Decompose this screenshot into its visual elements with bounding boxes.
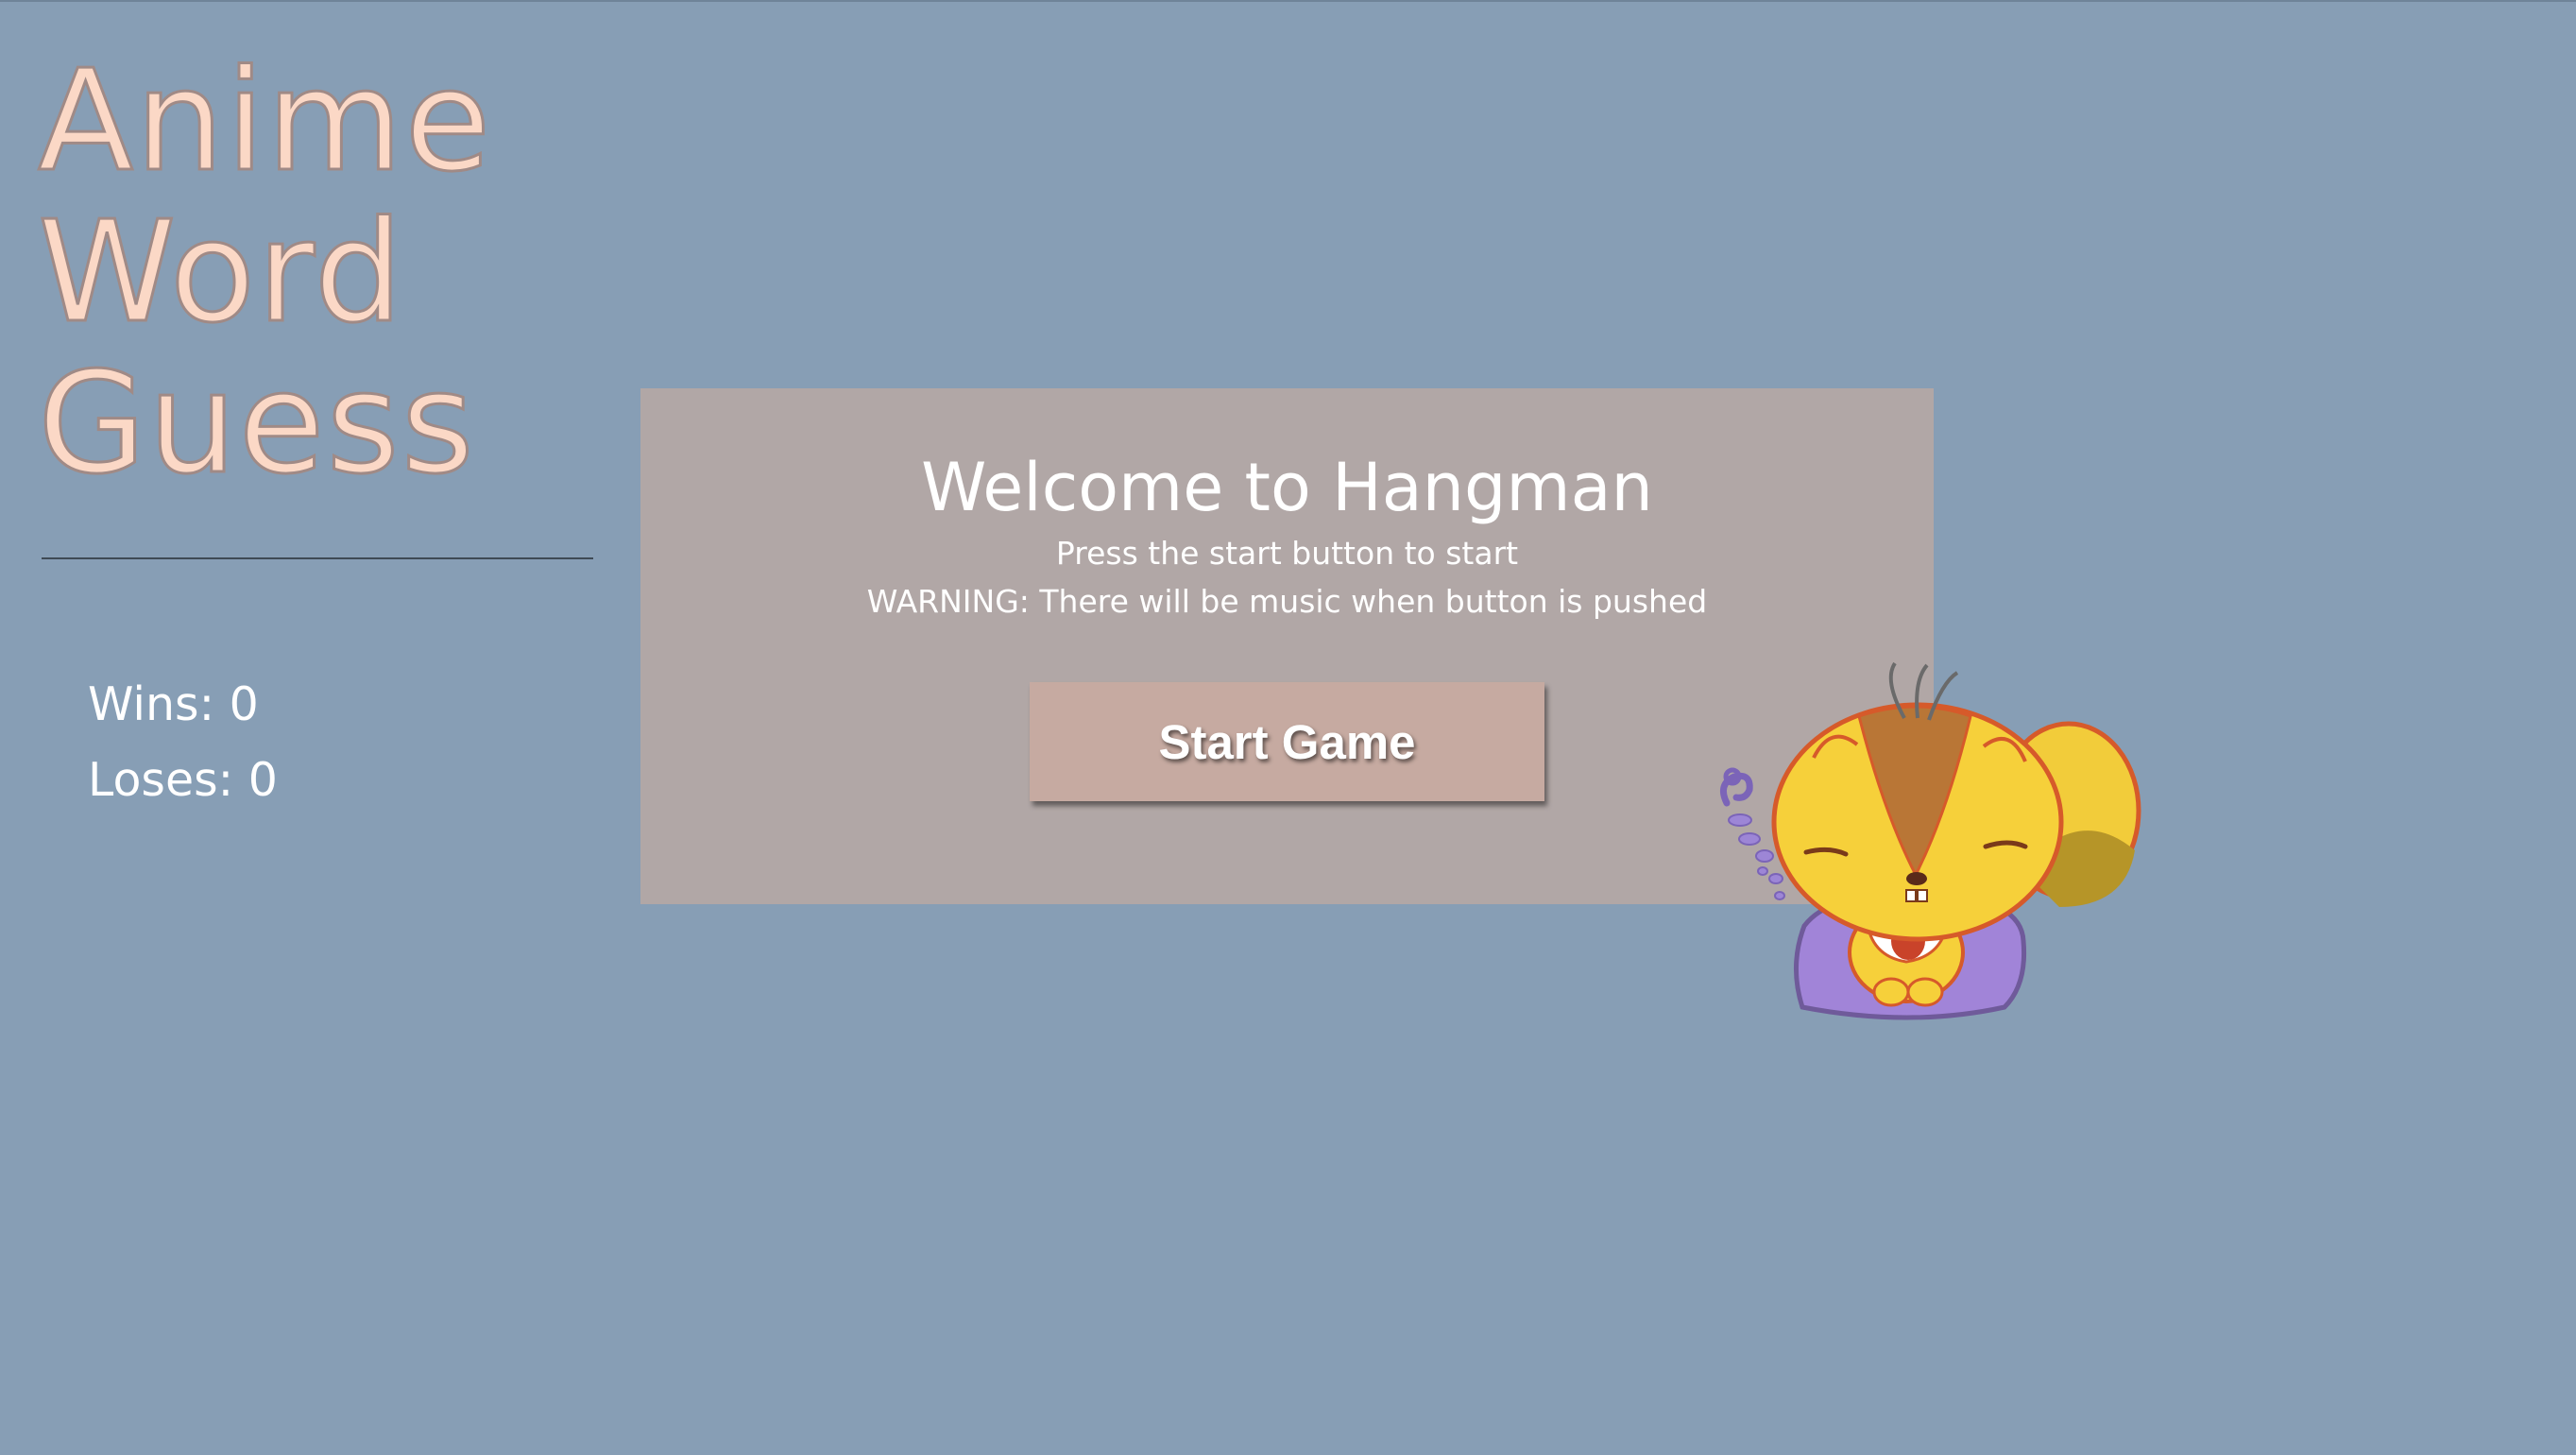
- top-border: [0, 0, 2576, 2]
- title-line-2: Word: [36, 191, 405, 353]
- wins-label: Wins:: [88, 677, 230, 731]
- squirrel-mascot-icon: [1719, 661, 2141, 1020]
- welcome-heading: Welcome to Hangman: [921, 449, 1653, 526]
- game-title: Anime Word Guess: [36, 40, 493, 505]
- title-line-3: Guess: [36, 342, 476, 505]
- music-warning: WARNING: There will be music when button…: [866, 583, 1708, 620]
- title-line-1: Anime: [36, 40, 493, 202]
- loses-label: Loses:: [88, 753, 248, 807]
- loses-stat: Loses: 0: [88, 743, 278, 818]
- wins-count: 0: [229, 677, 259, 731]
- start-instruction: Press the start button to start: [1055, 535, 1519, 572]
- wins-stat: Wins: 0: [88, 667, 278, 743]
- start-game-button[interactable]: Start Game: [1030, 682, 1544, 801]
- loses-count: 0: [247, 753, 278, 807]
- title-divider: [42, 557, 593, 559]
- score-panel: Wins: 0 Loses: 0: [88, 667, 278, 818]
